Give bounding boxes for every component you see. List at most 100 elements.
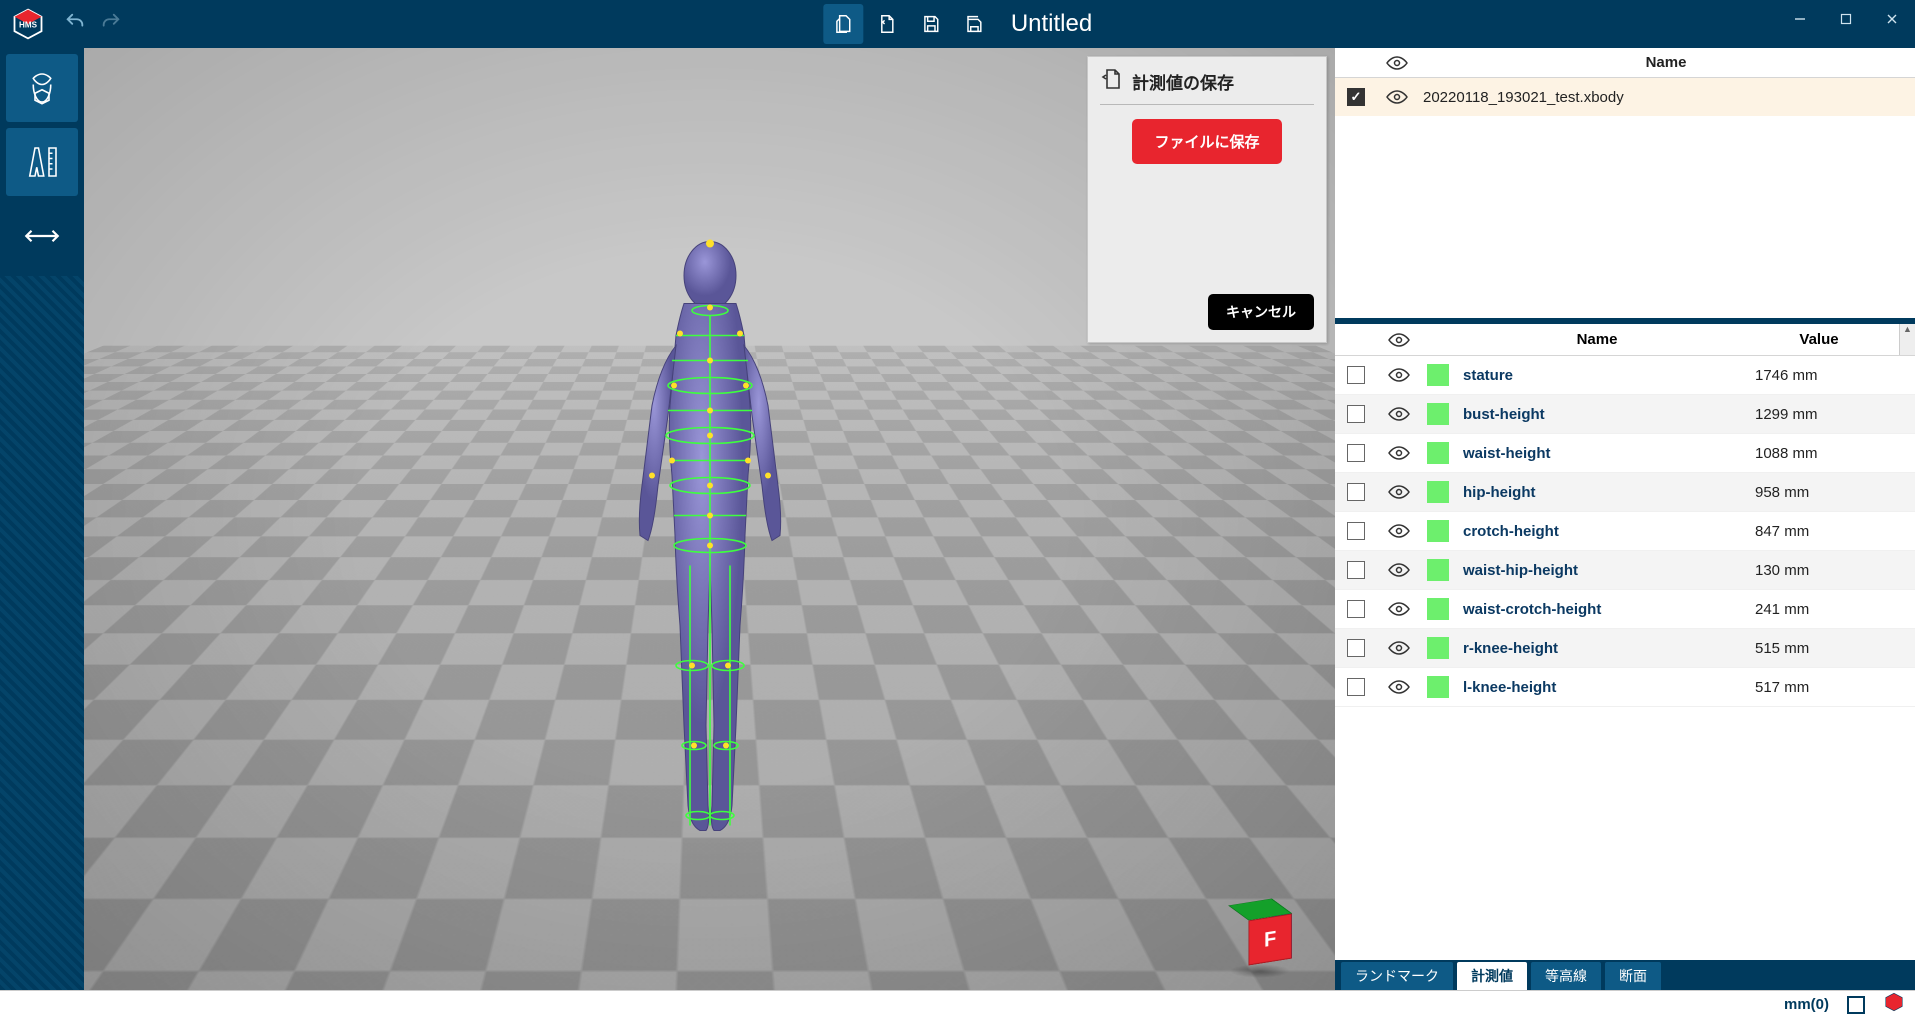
eye-icon[interactable]: [1387, 562, 1411, 578]
status-bar: mm(0): [0, 990, 1915, 1018]
status-logo-icon[interactable]: [1883, 991, 1905, 1018]
measure-name: crotch-height: [1455, 523, 1755, 540]
measure-name: waist-hip-height: [1455, 562, 1755, 579]
measure-value: 847 mm: [1755, 523, 1915, 540]
measurement-row[interactable]: r-knee-height 515 mm: [1335, 629, 1915, 668]
color-swatch[interactable]: [1427, 520, 1449, 542]
color-swatch[interactable]: [1427, 637, 1449, 659]
measure-name-header: Name: [1455, 331, 1739, 348]
eye-icon[interactable]: [1387, 367, 1411, 383]
eye-icon[interactable]: [1387, 679, 1411, 695]
measurement-rows[interactable]: stature 1746 mm bust-height 1299 mm wais…: [1335, 356, 1915, 960]
color-swatch[interactable]: [1427, 442, 1449, 464]
tab-0[interactable]: ランドマーク: [1341, 962, 1453, 990]
measurement-row[interactable]: hip-height 958 mm: [1335, 473, 1915, 512]
doc-open-button[interactable]: [867, 4, 907, 44]
navigation-cube[interactable]: R F: [1225, 902, 1295, 972]
eye-icon[interactable]: [1385, 89, 1409, 105]
redo-icon[interactable]: [100, 11, 122, 38]
title-bar: HMS Untitled: [0, 0, 1915, 48]
measure-value: 241 mm: [1755, 601, 1915, 618]
measure-name: stature: [1455, 367, 1755, 384]
tab-3[interactable]: 断面: [1605, 962, 1661, 990]
measurement-row[interactable]: waist-crotch-height 241 mm: [1335, 590, 1915, 629]
eye-icon[interactable]: [1387, 332, 1411, 348]
tab-1[interactable]: 計測値: [1457, 962, 1527, 990]
measure-name: l-knee-height: [1455, 679, 1755, 696]
panel-tabs: ランドマーク計測値等高線断面: [1335, 960, 1915, 990]
measure-name: waist-height: [1455, 445, 1755, 462]
measure-value: 517 mm: [1755, 679, 1915, 696]
navcube-front[interactable]: F: [1248, 913, 1292, 965]
measure-checkbox[interactable]: [1347, 405, 1365, 423]
svg-text:HMS: HMS: [19, 21, 38, 30]
measure-value: 515 mm: [1755, 640, 1915, 657]
doc-save-button[interactable]: [911, 4, 951, 44]
window-maximize-button[interactable]: [1823, 0, 1869, 38]
measurement-row[interactable]: waist-height 1088 mm: [1335, 434, 1915, 473]
viewport-3d[interactable]: 計測値の保存 ファイルに保存 キャンセル R F: [84, 48, 1335, 990]
document-title: Untitled: [1011, 10, 1092, 38]
doc-saveas-button[interactable]: [955, 4, 995, 44]
file-checkbox[interactable]: [1347, 88, 1365, 106]
tool-model-button[interactable]: [6, 54, 78, 122]
right-panel: Name 20220118_193021_test.xbody Name Val…: [1335, 48, 1915, 990]
eye-icon[interactable]: [1387, 406, 1411, 422]
window-close-button[interactable]: [1869, 0, 1915, 38]
status-square-icon[interactable]: [1847, 996, 1865, 1014]
color-swatch[interactable]: [1427, 676, 1449, 698]
file-name: 20220118_193021_test.xbody: [1417, 89, 1915, 106]
undo-icon[interactable]: [64, 11, 86, 38]
app-logo-icon: HMS: [10, 6, 46, 42]
measure-checkbox[interactable]: [1347, 522, 1365, 540]
measure-checkbox[interactable]: [1347, 366, 1365, 384]
eye-icon[interactable]: [1387, 445, 1411, 461]
measurement-row[interactable]: bust-height 1299 mm: [1335, 395, 1915, 434]
scroll-up-icon[interactable]: ▲: [1899, 324, 1915, 355]
tool-arrows-button[interactable]: [6, 202, 78, 270]
measure-checkbox[interactable]: [1347, 600, 1365, 618]
measure-checkbox[interactable]: [1347, 483, 1365, 501]
unit-label[interactable]: mm(0): [1784, 996, 1829, 1013]
color-swatch[interactable]: [1427, 481, 1449, 503]
eye-icon[interactable]: [1387, 484, 1411, 500]
measurement-row[interactable]: crotch-height 847 mm: [1335, 512, 1915, 551]
measure-value: 958 mm: [1755, 484, 1915, 501]
left-toolbar: [0, 48, 84, 990]
file-list-panel: Name 20220118_193021_test.xbody: [1335, 48, 1915, 324]
tab-2[interactable]: 等高線: [1531, 962, 1601, 990]
eye-icon[interactable]: [1387, 601, 1411, 617]
color-swatch[interactable]: [1427, 403, 1449, 425]
eye-icon[interactable]: [1387, 523, 1411, 539]
tool-measure-button[interactable]: [6, 128, 78, 196]
export-file-icon: [1100, 67, 1124, 96]
measure-name: r-knee-height: [1455, 640, 1755, 657]
measurement-row[interactable]: l-knee-height 517 mm: [1335, 668, 1915, 707]
save-to-file-button[interactable]: ファイルに保存: [1132, 119, 1281, 164]
window-minimize-button[interactable]: [1777, 0, 1823, 38]
measure-name: bust-height: [1455, 406, 1755, 423]
eye-icon[interactable]: [1387, 640, 1411, 656]
doc-new-button[interactable]: [823, 4, 863, 44]
measure-checkbox[interactable]: [1347, 639, 1365, 657]
measure-name: waist-crotch-height: [1455, 601, 1755, 618]
file-name-header: Name: [1417, 54, 1915, 71]
measure-checkbox[interactable]: [1347, 678, 1365, 696]
cancel-button[interactable]: キャンセル: [1208, 294, 1314, 330]
eye-icon[interactable]: [1385, 55, 1409, 71]
dialog-title: 計測値の保存: [1132, 69, 1234, 94]
color-swatch[interactable]: [1427, 364, 1449, 386]
measurement-row[interactable]: waist-hip-height 130 mm: [1335, 551, 1915, 590]
measure-value: 1299 mm: [1755, 406, 1915, 423]
measurement-row[interactable]: stature 1746 mm: [1335, 356, 1915, 395]
measure-value: 130 mm: [1755, 562, 1915, 579]
measure-checkbox[interactable]: [1347, 561, 1365, 579]
save-dialog: 計測値の保存 ファイルに保存 キャンセル: [1087, 56, 1327, 343]
measure-checkbox[interactable]: [1347, 444, 1365, 462]
color-swatch[interactable]: [1427, 559, 1449, 581]
color-swatch[interactable]: [1427, 598, 1449, 620]
measure-value: 1746 mm: [1755, 367, 1915, 384]
file-row[interactable]: 20220118_193021_test.xbody: [1335, 78, 1915, 116]
measure-value: 1088 mm: [1755, 445, 1915, 462]
measure-value-header: Value: [1739, 331, 1899, 348]
